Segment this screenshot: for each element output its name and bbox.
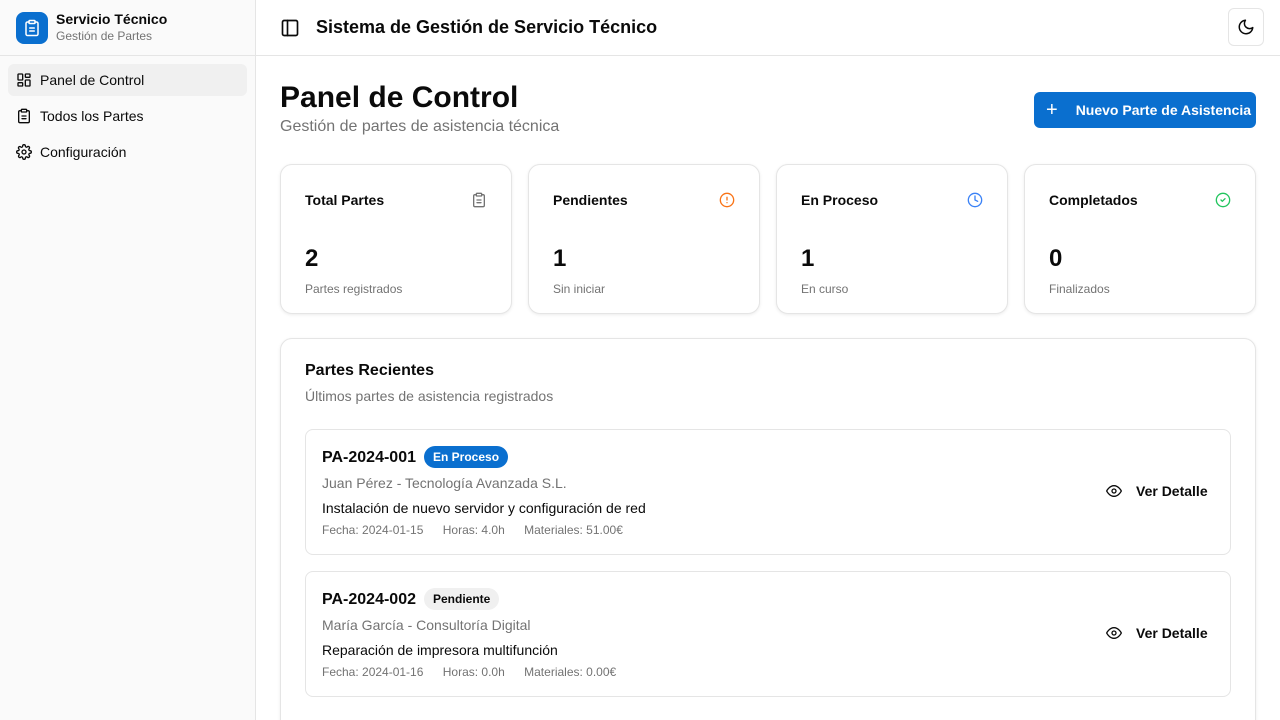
eye-icon (1106, 485, 1122, 497)
part-date: Fecha: 2024-01-16 (322, 665, 424, 679)
part-hours: Horas: 4.0h (442, 523, 505, 537)
new-part-button[interactable]: + Nuevo Parte de Asistencia (1034, 92, 1256, 128)
stat-card-completados: Completados 0 Finalizados (1024, 164, 1256, 314)
part-hours: Horas: 0.0h (442, 665, 505, 679)
view-detail-label: Ver Detalle (1136, 483, 1208, 499)
sidebar-toggle-icon[interactable] (280, 18, 300, 38)
header: Sistema de Gestión de Servicio Técnico (256, 0, 1280, 56)
app-title: Sistema de Gestión de Servicio Técnico (316, 17, 658, 37)
stat-desc: Finalizados (1049, 282, 1110, 296)
part-client: Juan Pérez - Tecnología Avanzada S.L. (322, 475, 567, 491)
part-description: Instalación de nuevo servidor y configur… (322, 500, 646, 516)
part-client: María García - Consultoría Digital (322, 617, 531, 633)
new-part-label: Nuevo Parte de Asistencia (1075, 102, 1252, 118)
part-meta: Fecha: 2024-01-16 Horas: 0.0h Materiales… (322, 665, 632, 679)
clipboard-icon (473, 192, 485, 208)
part-description: Reparación de impresora multifunción (322, 642, 558, 658)
sidebar-item-label: Configuración (40, 144, 127, 160)
stat-card-pendientes: Pendientes 1 Sin iniciar (528, 164, 760, 314)
part-date: Fecha: 2024-01-15 (322, 523, 424, 537)
view-detail-button[interactable]: Ver Detalle (1106, 483, 1208, 499)
clock-icon (967, 192, 983, 208)
stat-desc: Sin iniciar (553, 282, 606, 296)
part-materials: Materiales: 51.00€ (524, 523, 623, 537)
stat-label: Completados (1049, 192, 1138, 208)
stat-desc: En curso (801, 282, 849, 296)
sidebar: Servicio Técnico Gestión de Partes Panel… (0, 0, 256, 720)
page-subtitle: Gestión de partes de asistencia técnica (280, 118, 560, 135)
eye-icon (1106, 627, 1122, 639)
page-title: Panel de Control (280, 81, 519, 114)
stat-card-total: Total Partes 2 Partes registrados (280, 164, 512, 314)
recent-subtitle: Últimos partes de asistencia registrados (305, 388, 554, 404)
recent-title: Partes Recientes (305, 362, 434, 379)
part-materials: Materiales: 0.00€ (524, 665, 617, 679)
brand: Servicio Técnico Gestión de Partes (0, 0, 255, 56)
view-detail-button[interactable]: Ver Detalle (1106, 625, 1208, 641)
status-badge: En Proceso (424, 446, 509, 468)
sidebar-nav: Panel de Control Todos los Partes Config… (0, 56, 255, 180)
clipboard-icon (16, 11, 48, 44)
stat-card-en-proceso: En Proceso 1 En curso (776, 164, 1008, 314)
check-circle-icon (1215, 192, 1231, 208)
stat-value: 2 (305, 245, 319, 272)
list-item: PA-2024-001 En Proceso Juan Pérez - Tecn… (305, 429, 1231, 555)
brand-subtitle: Gestión de Partes (56, 29, 153, 43)
stat-value: 0 (1049, 245, 1063, 272)
main-content: Panel de Control Gestión de partes de as… (256, 56, 1280, 720)
part-code: PA-2024-002 (322, 591, 416, 608)
sidebar-item-panel-de-control[interactable]: Panel de Control (8, 64, 247, 96)
sidebar-item-todos-los-partes[interactable]: Todos los Partes (8, 100, 247, 132)
moon-icon (1238, 19, 1254, 35)
sidebar-item-label: Panel de Control (40, 72, 145, 88)
brand-title: Servicio Técnico (56, 11, 168, 27)
part-meta: Fecha: 2024-01-15 Horas: 4.0h Materiales… (322, 523, 639, 537)
dashboard-icon (17, 73, 31, 87)
stat-label: Total Partes (305, 192, 385, 208)
stat-label: Pendientes (553, 192, 628, 208)
view-detail-label: Ver Detalle (1136, 625, 1208, 641)
recent-parts-card: Partes Recientes Últimos partes de asist… (280, 338, 1256, 720)
list-item: PA-2024-002 Pendiente María García - Con… (305, 571, 1231, 697)
gear-icon (16, 144, 32, 160)
stat-value: 1 (801, 245, 815, 272)
stat-desc: Partes registrados (305, 282, 403, 296)
theme-toggle-button[interactable] (1228, 8, 1264, 46)
part-code: PA-2024-001 (322, 449, 416, 466)
stat-value: 1 (553, 245, 567, 272)
sidebar-item-label: Todos los Partes (40, 108, 144, 124)
clipboard-icon (18, 108, 30, 124)
plus-icon: + (1046, 99, 1058, 121)
sidebar-item-configuracion[interactable]: Configuración (8, 136, 247, 168)
status-badge: Pendiente (424, 588, 500, 610)
alert-circle-icon (719, 192, 735, 208)
stat-label: En Proceso (801, 192, 879, 208)
